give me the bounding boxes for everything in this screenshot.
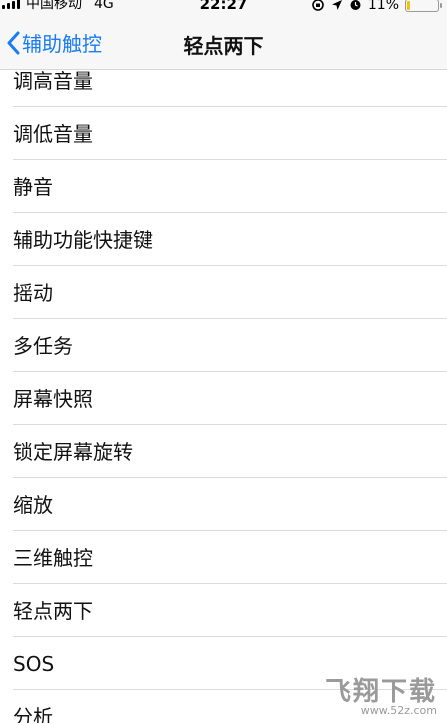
list-item[interactable]: 调高音量 <box>13 69 447 107</box>
list-item-label: 锁定屏幕旋转 <box>13 440 133 464</box>
battery-tip <box>440 3 442 8</box>
list-item[interactable]: 分析 <box>13 690 447 723</box>
list-item-label: 调低音量 <box>13 122 93 146</box>
list-item-label: SOS <box>13 652 55 676</box>
list-item-selected[interactable]: 轻点两下 <box>13 584 447 637</box>
alarm-clock-icon <box>350 0 361 10</box>
list-item-label: 静音 <box>13 175 53 199</box>
chevron-left-icon <box>7 31 20 54</box>
screen: 中国移动 4G 22:27 11% 辅助触控 轻点两下 调高音量 调低音量 静音… <box>0 0 447 723</box>
list-item-label: 摇动 <box>13 281 53 305</box>
list-item-label: 缩放 <box>13 493 53 517</box>
list-item[interactable]: 摇动 <box>13 266 447 319</box>
list-item[interactable]: 三维触控 <box>13 531 447 584</box>
navigation-bar: 辅助触控 轻点两下 <box>0 18 447 70</box>
list-item[interactable]: 辅助功能快捷键 <box>13 213 447 266</box>
list-item-label: 辅助功能快捷键 <box>13 228 153 252</box>
list-item[interactable]: 多任务 <box>13 319 447 372</box>
list-item[interactable]: 调低音量 <box>13 107 447 160</box>
list-item-label: 轻点两下 <box>13 599 93 623</box>
location-arrow-icon <box>331 0 342 10</box>
list-item-label: 调高音量 <box>13 69 93 93</box>
list-item-label: 多任务 <box>13 334 73 358</box>
back-button[interactable]: 辅助触控 <box>6 28 102 57</box>
action-list: 调高音量 调低音量 静音 辅助功能快捷键 摇动 多任务 屏幕快照 锁定屏幕旋转 … <box>0 69 447 723</box>
battery-fill <box>407 1 410 10</box>
status-bar: 中国移动 4G 22:27 11% <box>0 0 447 18</box>
list-item-label: 屏幕快照 <box>13 387 93 411</box>
list-item[interactable]: SOS <box>13 637 447 690</box>
screen-rotation-lock-icon <box>312 0 324 11</box>
list-item[interactable]: 静音 <box>13 160 447 213</box>
battery-icon <box>405 0 442 12</box>
list-item-label: 三维触控 <box>13 546 93 570</box>
list-item[interactable]: 缩放 <box>13 478 447 531</box>
list-item[interactable]: 屏幕快照 <box>13 372 447 425</box>
back-button-label: 辅助触控 <box>22 32 102 56</box>
list-item-label: 分析 <box>13 705 53 723</box>
status-right: 11% <box>311 0 442 13</box>
list-item[interactable]: 锁定屏幕旋转 <box>13 425 447 478</box>
battery-percentage: 11% <box>367 0 399 13</box>
